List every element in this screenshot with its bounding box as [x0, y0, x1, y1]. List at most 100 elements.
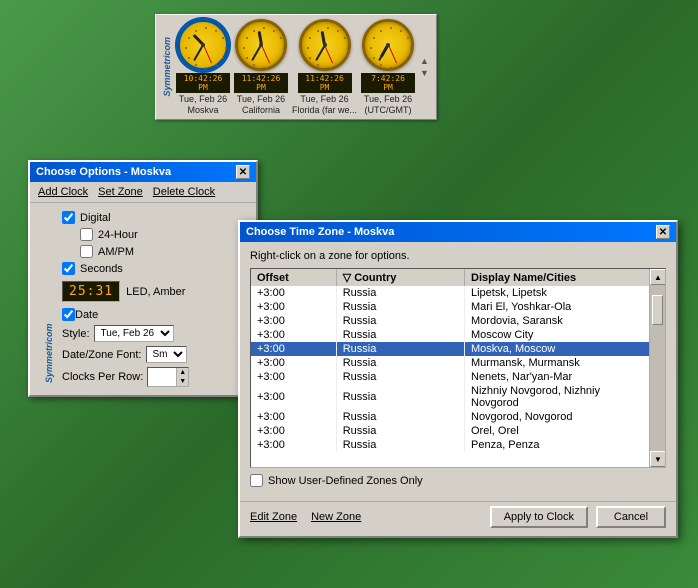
hour24-row: 24-Hour — [80, 228, 248, 241]
cell-display: Moscow City — [465, 328, 665, 342]
spinner-up[interactable]: ▲ — [177, 368, 188, 377]
cell-display: Lipetsk, Lipetsk — [465, 286, 665, 300]
col-display[interactable]: Display Name/Cities — [465, 269, 665, 286]
clock-item-california[interactable]: 11:42:26 PMTue, Feb 26California — [234, 19, 288, 115]
cell-country: Russia — [336, 384, 464, 410]
ampm-label: AM/PM — [98, 246, 134, 258]
options-logo: Symmetricom — [44, 211, 54, 387]
user-defined-checkbox[interactable] — [250, 474, 263, 487]
col-country[interactable]: ▽ Country — [336, 269, 464, 286]
clock-date-line: Tue, Feb 26 — [300, 94, 348, 104]
clock-label: (UTC/GMT) — [365, 105, 412, 115]
clocks-per-row-input[interactable]: 6 — [148, 371, 176, 383]
tz-close-btn[interactable]: ✕ — [656, 225, 670, 239]
hour24-label: 24-Hour — [98, 229, 138, 241]
clock-time-display: 7:42:26 PM — [361, 73, 415, 93]
cell-offset: +3:00 — [251, 314, 336, 328]
clock-item-utcgmt[interactable]: 7:42:26 PMTue, Feb 26(UTC/GMT) — [361, 19, 415, 115]
table-row[interactable]: +3:00RussiaMurmansk, Murmansk — [251, 356, 665, 370]
widget-scroll: ▲ ▼ — [419, 55, 430, 79]
clock-face-california — [235, 19, 287, 71]
table-row[interactable]: +3:00RussiaOrel, Orel — [251, 424, 665, 438]
clock-center — [259, 43, 263, 47]
cell-offset: +3:00 — [251, 370, 336, 384]
cell-offset: +3:00 — [251, 328, 336, 342]
cell-offset: +3:00 — [251, 286, 336, 300]
tz-footer-right: Apply to Clock Cancel — [490, 506, 666, 528]
hour24-checkbox[interactable] — [80, 228, 93, 241]
cell-display: Murmansk, Murmansk — [465, 356, 665, 370]
new-zone-link[interactable]: New Zone — [311, 511, 361, 523]
options-close-btn[interactable]: ✕ — [236, 165, 250, 179]
table-row[interactable]: +3:00RussiaNizhniy Novgorod, Nizhniy Nov… — [251, 384, 665, 410]
style-label: Style: — [62, 328, 90, 340]
cell-offset: +3:00 — [251, 424, 336, 438]
options-menu: Add Clock Set Zone Delete Clock — [30, 182, 256, 203]
table-row[interactable]: +3:00RussiaMari El, Yoshkar-Ola — [251, 300, 665, 314]
seconds-row: Seconds — [62, 262, 248, 275]
clock-item-moskva[interactable]: 10:42:26 PMTue, Feb 26Moskva — [176, 19, 230, 115]
scroll-up-btn[interactable]: ▲ — [419, 55, 430, 67]
table-row[interactable]: +3:00RussiaNovgorod, Novgorod — [251, 410, 665, 424]
second-hand — [203, 45, 212, 64]
clock-item-florida[interactable]: 11:42:26 PMTue, Feb 26Florida (far we... — [292, 19, 357, 115]
second-hand — [388, 45, 397, 64]
tz-scroll-down-btn[interactable]: ▼ — [650, 451, 666, 467]
cell-offset: +3:00 — [251, 356, 336, 370]
cell-offset: +3:00 — [251, 384, 336, 410]
font-label: Date/Zone Font: — [62, 349, 142, 361]
tz-footer: Edit Zone New Zone Apply to Clock Cancel — [240, 501, 676, 536]
spinner-buttons: ▲ ▼ — [176, 368, 188, 386]
clock-date-line: Tue, Feb 26 — [364, 94, 412, 104]
date-section: Date Style: Tue, Feb 26 Date/Zone Font: … — [62, 308, 248, 387]
style-select[interactable]: Tue, Feb 26 — [94, 325, 174, 342]
tz-body: Right-click on a zone for options. Offse… — [240, 242, 676, 501]
table-row[interactable]: +3:00RussiaMoskva, Moscow — [251, 342, 665, 356]
clock-date-line: Tue, Feb 26 — [237, 94, 285, 104]
clock-face-florida — [299, 19, 351, 71]
clock-face-moskva — [177, 19, 229, 71]
apply-btn[interactable]: Apply to Clock — [490, 506, 588, 528]
table-row[interactable]: +3:00RussiaLipetsk, Lipetsk — [251, 286, 665, 300]
cell-country: Russia — [336, 300, 464, 314]
digital-label: Digital — [80, 212, 111, 224]
col-offset[interactable]: Offset — [251, 269, 336, 286]
clock-time-display: 10:42:26 PM — [176, 73, 230, 93]
table-row[interactable]: +3:00RussiaPenza, Penza — [251, 438, 665, 452]
tz-scroll-track — [650, 285, 665, 451]
cell-display: Penza, Penza — [465, 438, 665, 452]
tz-table-container: Offset ▽ Country Display Name/Cities +3:… — [250, 268, 666, 468]
font-select[interactable]: Sm — [146, 346, 187, 363]
ampm-checkbox[interactable] — [80, 245, 93, 258]
tz-hint: Right-click on a zone for options. — [250, 250, 666, 262]
seconds-checkbox[interactable] — [62, 262, 75, 275]
digital-checkbox[interactable] — [62, 211, 75, 224]
set-zone-menu[interactable]: Set Zone — [98, 186, 143, 198]
clock-face-utcgmt — [362, 19, 414, 71]
cell-offset: +3:00 — [251, 438, 336, 452]
led-display-row: 25:31 LED, Amber — [62, 281, 248, 302]
cancel-btn[interactable]: Cancel — [596, 506, 666, 528]
table-row[interactable]: +3:00RussiaMordovia, Saransk — [251, 314, 665, 328]
delete-clock-menu[interactable]: Delete Clock — [153, 186, 215, 198]
scroll-down-btn[interactable]: ▼ — [419, 67, 430, 79]
edit-zone-link[interactable]: Edit Zone — [250, 511, 297, 523]
clock-widget: Symmetricom 10:42:26 PMTue, Feb 26Moskva… — [155, 14, 437, 120]
date-checkbox[interactable] — [62, 308, 75, 321]
cell-country: Russia — [336, 314, 464, 328]
table-row[interactable]: +3:00RussiaNenets, Nar'yan-Mar — [251, 370, 665, 384]
table-row[interactable]: +3:00RussiaMoscow City — [251, 328, 665, 342]
cell-country: Russia — [336, 328, 464, 342]
clock-date-line: Tue, Feb 26 — [179, 94, 227, 104]
tz-scroll-up-btn[interactable]: ▲ — [650, 269, 666, 285]
cell-display: Mordovia, Saransk — [465, 314, 665, 328]
tz-scroll-thumb[interactable] — [652, 295, 663, 325]
led-time: 25:31 — [62, 281, 120, 302]
cell-display: Mari El, Yoshkar-Ola — [465, 300, 665, 314]
spinner-down[interactable]: ▼ — [177, 377, 188, 386]
options-body: Symmetricom Digital 24-Hour AM/PM Second… — [30, 203, 256, 395]
cell-country: Russia — [336, 356, 464, 370]
clock-center — [386, 43, 390, 47]
add-clock-menu[interactable]: Add Clock — [38, 186, 88, 198]
timezone-dialog: Choose Time Zone - Moskva ✕ Right-click … — [238, 220, 678, 538]
